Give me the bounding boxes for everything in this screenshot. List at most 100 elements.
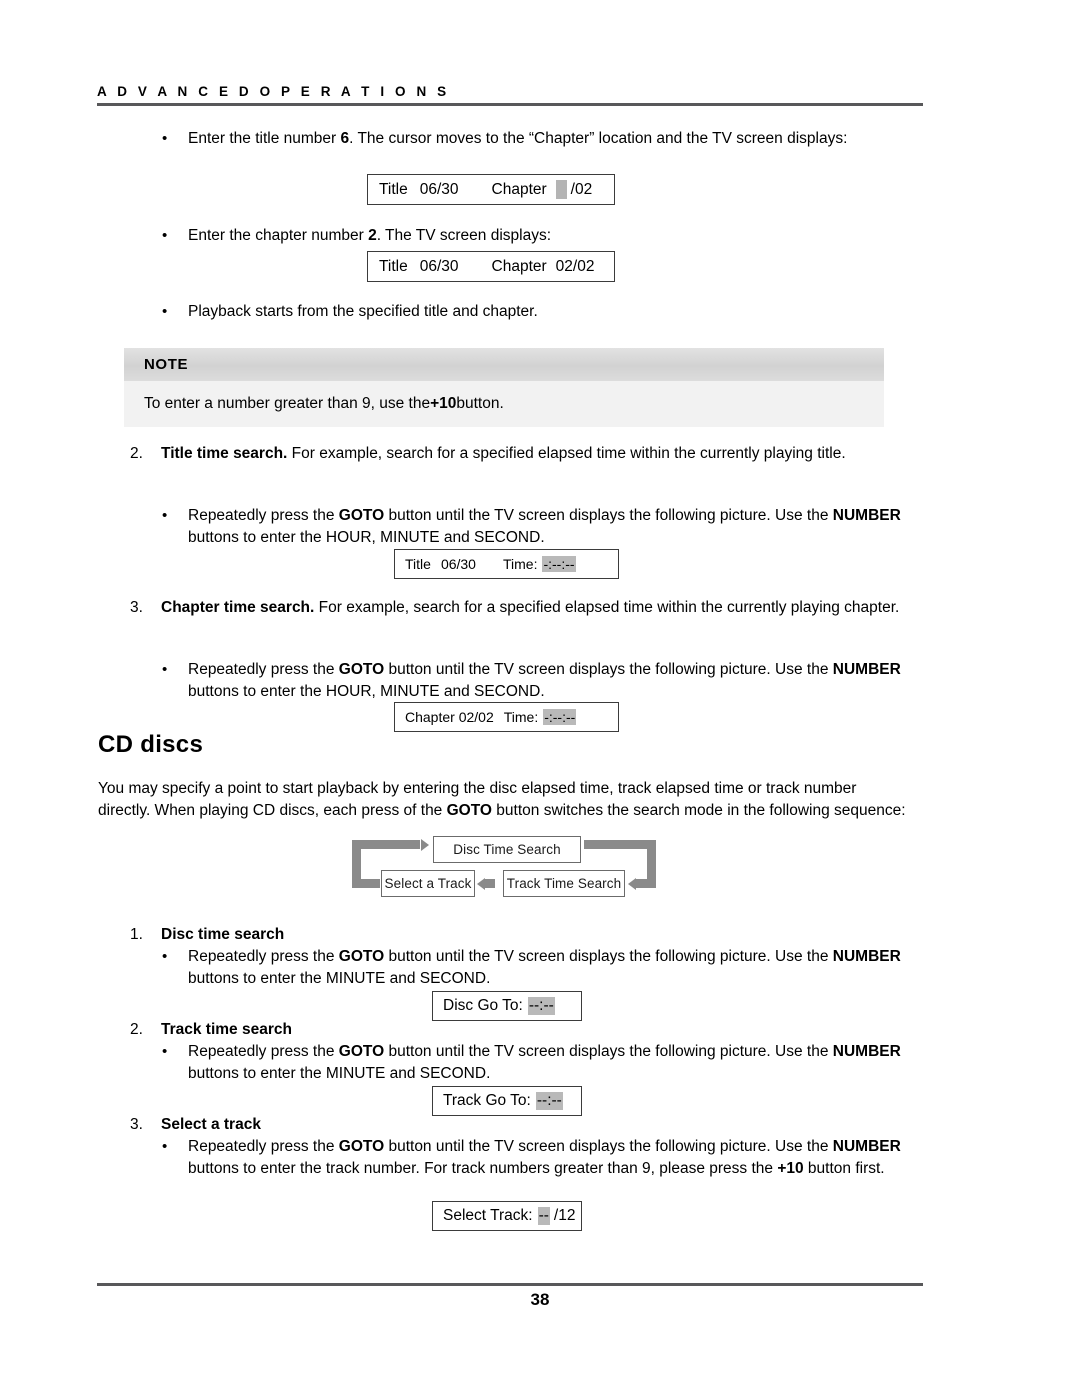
text-fragment: button until the TV screen displays the … <box>384 948 833 965</box>
list-item: • Repeatedly press the GOTO button until… <box>162 1041 902 1084</box>
header-title: A D V A N C E D O P E R A T I O N S <box>97 84 450 99</box>
arrow-right-icon <box>421 838 429 851</box>
tv-display-chapter-time: Chapter 02/02 Time: -:--:-- <box>394 702 619 732</box>
text-fragment: buttons to enter the MINUTE and SECOND. <box>188 1064 491 1082</box>
emphasis-goto: GOTO <box>446 801 492 819</box>
diagram-box-track-time-search[interactable]: Track Time Search <box>503 870 625 897</box>
bullet-marker: • <box>162 130 168 147</box>
diagram-middle-bar <box>485 879 495 888</box>
step-heading-text: Select a track <box>161 1116 261 1133</box>
emphasis-plus-ten: +10 <box>777 1159 804 1177</box>
text-fragment: buttons to enter the HOUR, MINUTE and SE… <box>188 682 545 700</box>
text-fragment: button until the TV screen displays the … <box>384 661 833 678</box>
text-fragment: . The cursor moves to the “Chapter” loca… <box>349 130 848 147</box>
tv-display-disc-go-to: Disc Go To: --:-- <box>432 991 582 1021</box>
list-number: 1. <box>130 926 143 943</box>
tv-display-title-time: Title 06/30 Time: -:--:-- <box>394 549 619 579</box>
display-value: -- <box>537 1207 550 1225</box>
bullet-marker: • <box>162 948 168 965</box>
list-item-text: Playback starts from the specified title… <box>188 303 538 320</box>
step-heading: Disc time search <box>161 924 916 946</box>
list-item-text: Repeatedly press the GOTO button until t… <box>188 659 902 702</box>
emphasis-goto: GOTO <box>338 1138 385 1155</box>
tv-display-title-chapter: Title 06/30 Chapter 02/02 <box>367 251 615 282</box>
display-value-chapter: /02 <box>570 180 593 198</box>
display-label-time: Time: <box>503 709 539 725</box>
text-fragment: Repeatedly press the <box>188 1043 339 1060</box>
step-heading-text: Disc time search <box>161 926 285 943</box>
document-page: A D V A N C E D O P E R A T I O N S • En… <box>0 0 1080 1397</box>
emphasis-goto: GOTO <box>338 507 385 524</box>
item-lead-label: Chapter time search. <box>161 599 315 616</box>
tv-display-select-track: Select Track: -- /12 <box>432 1201 582 1231</box>
text-fragment: button until the TV screen displays the … <box>384 1138 833 1155</box>
text-fragment: button until the TV screen displays the … <box>384 1043 833 1060</box>
list-item-text: Chapter time search. For example, search… <box>161 597 916 619</box>
bullet-marker: • <box>162 1138 168 1155</box>
text-fragment: Repeatedly press the <box>188 507 339 524</box>
display-value-title: 06/30 <box>440 556 476 572</box>
text-fragment: button switches the search mode in the f… <box>491 801 906 819</box>
list-item: • Enter the title number 6. The cursor m… <box>162 128 902 150</box>
list-item: • Repeatedly press the GOTO button until… <box>162 1136 902 1179</box>
text-fragment: Repeatedly press the <box>188 661 339 678</box>
list-number: 3. <box>130 1116 143 1133</box>
step-heading-text: Track time search <box>161 1021 292 1038</box>
list-item-text: Enter the title number 6. The cursor mov… <box>188 128 902 150</box>
emphasis-plus-ten: +10 <box>430 395 457 412</box>
diagram-left-top-bar <box>352 840 420 849</box>
diagram-right-top-bar <box>584 840 656 849</box>
ordered-list-item-chapter-time-search: 3. Chapter time search. For example, sea… <box>130 597 916 619</box>
section-heading-cd-discs: CD discs <box>98 731 204 758</box>
ordered-list-item-title-time-search: 2. Title time search. For example, searc… <box>130 443 916 465</box>
bullet-marker: • <box>162 303 168 320</box>
list-item-text: Repeatedly press the GOTO button until t… <box>188 1136 902 1179</box>
bullet-marker: • <box>162 507 168 524</box>
header-divider <box>97 103 923 106</box>
search-mode-cycle-diagram: Disc Time Search Track Time Search Selec… <box>348 836 672 906</box>
cursor-block-icon <box>555 180 567 199</box>
text-fragment: button. <box>456 395 504 412</box>
ordered-list-item-disc-time-search: 1. Disc time search <box>130 924 916 946</box>
footer-divider <box>97 1283 923 1286</box>
text-fragment: Enter the chapter number <box>188 227 369 244</box>
display-value: --:-- <box>527 997 555 1015</box>
display-label-time: Time: <box>502 556 538 572</box>
display-value-time: -:--:-- <box>543 709 577 725</box>
emphasis-number: NUMBER <box>832 507 901 524</box>
page-header: A D V A N C E D O P E R A T I O N S <box>97 84 923 106</box>
emphasis-number: NUMBER <box>832 1043 901 1060</box>
list-item: • Enter the chapter number 2. The TV scr… <box>162 225 902 247</box>
note-body: To enter a number greater than 9, use th… <box>124 381 884 427</box>
arrow-left-icon-middle <box>477 877 485 890</box>
display-label-chapter: Chapter <box>491 180 547 198</box>
list-item-text: Title time search. For example, search f… <box>161 443 916 465</box>
list-item: • Repeatedly press the GOTO button until… <box>162 946 902 989</box>
tv-display-track-go-to: Track Go To: --:-- <box>432 1086 582 1116</box>
list-item: • Repeatedly press the GOTO button until… <box>162 505 902 548</box>
diagram-box-disc-time-search[interactable]: Disc Time Search <box>433 836 581 863</box>
step-heading: Select a track <box>161 1114 916 1136</box>
emphasis-number: NUMBER <box>832 1138 901 1155</box>
display-total: /12 <box>553 1207 576 1224</box>
display-value-time: -:--:-- <box>542 556 576 572</box>
note-heading: NOTE <box>124 348 884 381</box>
emphasis-goto: GOTO <box>338 661 385 678</box>
bullet-marker: • <box>162 227 168 244</box>
text-fragment: Repeatedly press the <box>188 948 339 965</box>
text-fragment: For example, search for a specified elap… <box>314 599 900 616</box>
text-fragment: For example, search for a specified elap… <box>287 445 846 462</box>
text-fragment: To enter a number greater than 9, use th… <box>144 395 431 412</box>
display-label-chapter: Chapter <box>491 257 547 275</box>
diagram-left-bottom-bar <box>352 879 380 888</box>
ordered-list-item-select-a-track: 3. Select a track <box>130 1114 916 1136</box>
display-label: Track Go To: <box>443 1092 531 1109</box>
display-label: Disc Go To: <box>443 997 523 1014</box>
list-number: 2. <box>130 445 143 462</box>
text-fragment: Enter the title number <box>188 130 341 147</box>
display-label-title: Title <box>379 257 408 275</box>
diagram-box-select-a-track[interactable]: Select a Track <box>381 870 475 897</box>
list-number: 2. <box>130 1021 143 1038</box>
bullet-marker: • <box>162 1043 168 1060</box>
emphasis-goto: GOTO <box>338 1043 385 1060</box>
